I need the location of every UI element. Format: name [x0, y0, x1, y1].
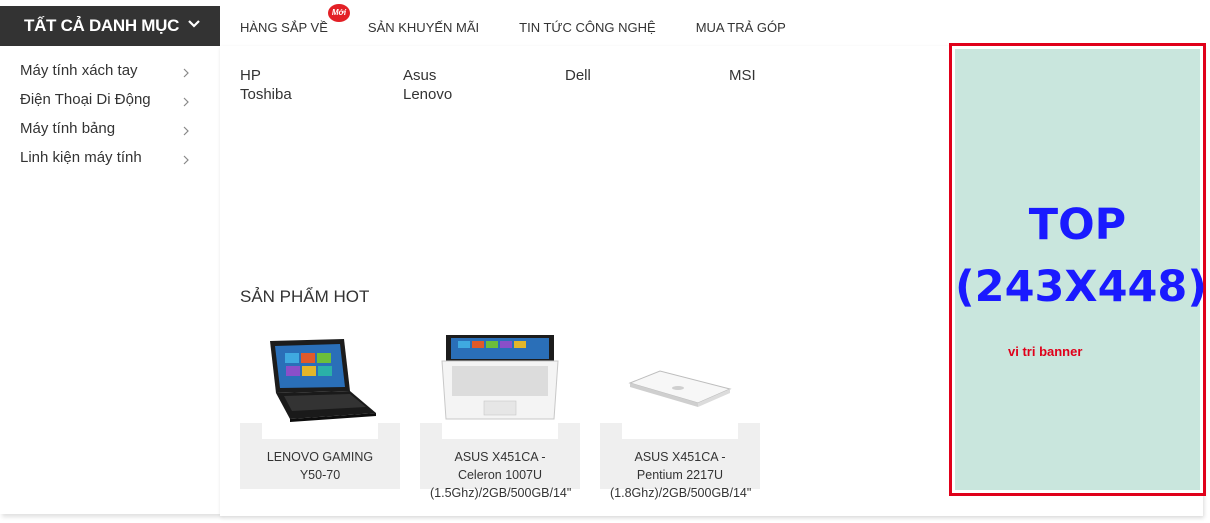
sidebar-item-components[interactable]: Linh kiện máy tính — [20, 143, 195, 172]
product-card[interactable]: LENOVO GAMING Y50-70 — [240, 333, 400, 489]
new-badge: Mới — [328, 3, 350, 22]
banner-title-line: (243X448) — [955, 262, 1207, 312]
product-name-line: ASUS X451CA - — [634, 450, 726, 464]
product-card[interactable]: ASUS X451CA - Pentium 2217U (1.8Ghz)/2GB… — [600, 333, 760, 500]
product-name-line: ASUS X451CA - — [454, 450, 546, 464]
sidebar-item-label: Máy tính bảng — [20, 120, 116, 137]
brand-link-asus[interactable]: Asus — [403, 67, 436, 84]
product-info: ASUS X451CA - Celeron 1007U (1.5Ghz)/2GB… — [420, 423, 580, 500]
top-navigation: HÀNG SẮP VỀ Mới SẢN KHUYẾN MÃI TIN TỨC C… — [240, 3, 786, 37]
product-name-line: (1.8Ghz)/2GB/500GB/14" — [610, 486, 752, 500]
brand-link-toshiba[interactable]: Toshiba — [240, 86, 292, 103]
product-name-line: Pentium 2217U — [636, 468, 724, 482]
product-image — [240, 333, 400, 423]
sidebar-item-label: Điện Thoại Di Động — [20, 91, 151, 108]
nav-promotions[interactable]: SẢN KHUYẾN MÃI — [368, 20, 479, 35]
product-info: LENOVO GAMING Y50-70 — [240, 423, 400, 489]
banner-title-line: TOP — [1028, 200, 1127, 250]
product-name-line: (1.5Ghz)/2GB/500GB/14" — [430, 486, 572, 500]
product-card[interactable]: ASUS X451CA - Celeron 1007U (1.5Ghz)/2GB… — [420, 333, 580, 500]
product-image — [600, 333, 760, 423]
brand-link-dell[interactable]: Dell — [565, 67, 591, 84]
nav-upcoming-products-label: HÀNG SẮP VỀ — [240, 19, 328, 35]
brand-link-lenovo[interactable]: Lenovo — [403, 86, 452, 103]
sidebar-item-laptops[interactable]: Máy tính xách tay — [20, 56, 195, 85]
top-banner-placeholder[interactable]: TOP (243X448) vi tri banner — [949, 43, 1207, 496]
chevron-right-icon — [183, 152, 189, 165]
chevron-right-icon — [183, 123, 189, 136]
brand-link-msi[interactable]: MSI — [729, 67, 756, 84]
chevron-right-icon — [183, 94, 189, 107]
brand-link-hp[interactable]: HP — [240, 67, 261, 84]
sidebar-item-label: Linh kiện máy tính — [20, 149, 142, 166]
banner-area: TOP (243X448) vi tri banner — [955, 49, 1207, 490]
hot-products-heading: SẢN PHẨM HOT — [240, 287, 370, 306]
all-categories-label: TẤT CẢ DANH MỤC — [24, 16, 180, 35]
nav-upcoming-products[interactable]: HÀNG SẮP VỀ Mới — [240, 3, 350, 35]
sidebar-item-label: Máy tính xách tay — [20, 62, 138, 79]
product-info: ASUS X451CA - Pentium 2217U (1.8Ghz)/2GB… — [600, 423, 760, 500]
chevron-right-icon — [183, 65, 189, 78]
category-sidebar: Máy tính xách tay Điện Thoại Di Động Máy… — [0, 46, 220, 514]
sidebar-item-phones[interactable]: Điện Thoại Di Động — [20, 85, 195, 114]
all-categories-button[interactable]: TẤT CẢ DANH MỤC — [0, 6, 220, 46]
product-name-line: LENOVO GAMING — [266, 450, 374, 464]
nav-tech-news[interactable]: TIN TỨC CÔNG NGHỆ — [519, 20, 656, 35]
banner-title: TOP (243X448) — [955, 194, 1207, 318]
nav-installment[interactable]: MUA TRẢ GÓP — [696, 20, 786, 35]
banner-subtitle: vi tri banner — [1008, 344, 1083, 359]
product-name-line: Celeron 1007U — [457, 468, 543, 482]
product-name-line: Y50-70 — [299, 468, 341, 482]
sidebar-item-tablets[interactable]: Máy tính bảng — [20, 114, 195, 143]
chevron-down-icon — [188, 19, 200, 29]
product-image — [420, 333, 580, 423]
